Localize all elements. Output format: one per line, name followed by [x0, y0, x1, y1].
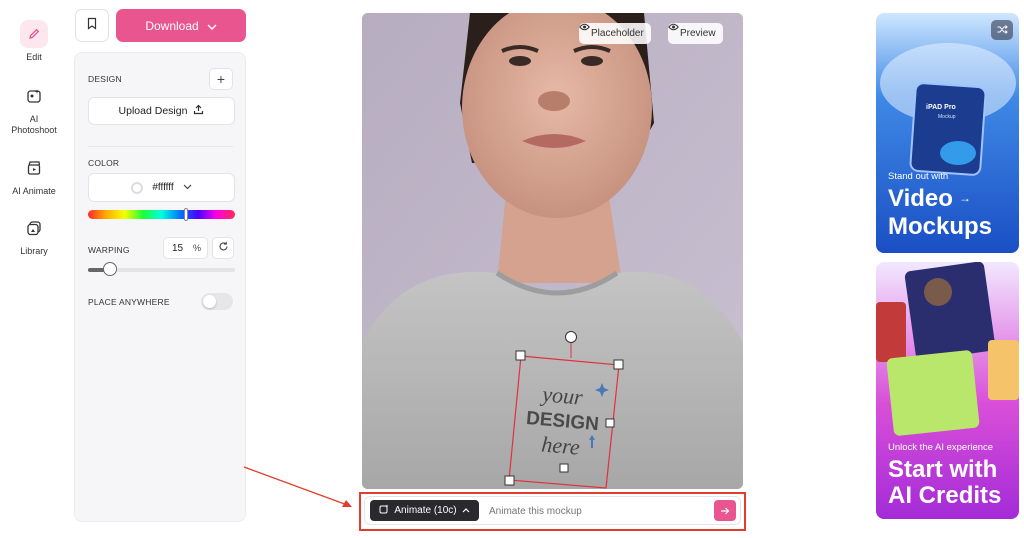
hue-slider[interactable]: [88, 208, 235, 221]
ad-title-line-1: Start with: [888, 456, 998, 483]
nav-item-ai-animate[interactable]: AI Animate: [0, 154, 68, 197]
download-label: Download: [145, 18, 199, 33]
nav-item-label: AI Photoshoot: [11, 114, 57, 135]
nav-item-label: AI Animate: [12, 186, 56, 196]
send-button[interactable]: [714, 500, 736, 521]
chevron-down-icon: [183, 182, 192, 193]
upload-icon: [193, 104, 204, 118]
download-button[interactable]: Download: [116, 9, 246, 42]
ai-photo-icon: [20, 82, 48, 110]
library-icon: [20, 214, 48, 242]
warping-section-label: WARPING: [88, 245, 130, 255]
arrow-right-icon: [720, 502, 730, 520]
warping-slider[interactable]: [88, 262, 235, 276]
nav-item-ai-photoshoot[interactable]: AI Photoshoot: [0, 82, 68, 136]
ad-device-label: iPAD Pro: [926, 104, 956, 111]
mockup-image: your DESIGN here: [362, 13, 743, 489]
preview-label: Preview: [680, 28, 716, 39]
ad-device-sub: Mockup: [938, 114, 956, 120]
hue-slider-thumb[interactable]: [184, 208, 188, 221]
design-text-line-1: your: [539, 381, 584, 410]
ad-title-line-2: AI Credits: [888, 482, 1002, 509]
pencil-icon: [20, 20, 48, 48]
ad-card-ai-credits[interactable]: Unlock the AI experience Start with AI C…: [876, 262, 1019, 519]
chevron-up-icon: [462, 505, 470, 516]
nav-item-label: Edit: [26, 52, 42, 62]
arrow-right-icon: →: [959, 191, 971, 205]
chevron-down-icon: [207, 19, 217, 33]
color-value: #ffffff: [152, 182, 174, 193]
animate-prompt-input[interactable]: [489, 501, 704, 521]
ad-subtitle: Unlock the AI experience: [888, 442, 994, 453]
warping-unit: %: [192, 243, 201, 253]
warping-value: 15: [172, 242, 184, 254]
settings-panel: DESIGN + Upload Design COLOR #ffffff WAR…: [74, 52, 246, 522]
warping-slider-thumb[interactable]: [103, 262, 118, 276]
color-swatch: [131, 181, 144, 194]
upload-design-label: Upload Design: [118, 105, 188, 117]
nav-item-label: Library: [20, 246, 48, 256]
warping-input[interactable]: 15 %: [163, 237, 208, 259]
add-design-button[interactable]: +: [209, 68, 233, 90]
animate-button[interactable]: Animate (10c): [370, 500, 479, 521]
animate-icon: [379, 504, 389, 517]
left-nav: Edit AI Photoshoot AI Animate Library: [0, 0, 68, 538]
bookmark-icon: [86, 17, 98, 35]
app-root: Edit AI Photoshoot AI Animate Library Do…: [0, 0, 1024, 538]
design-section-label: DESIGN: [88, 74, 122, 84]
nav-item-edit[interactable]: Edit: [0, 20, 68, 63]
ad-card-video-mockups[interactable]: iPAD Pro Mockup Stand out with Video → M…: [876, 13, 1019, 253]
ad-title-line-1: Video: [888, 185, 953, 212]
shuffle-button[interactable]: [991, 20, 1013, 40]
animate-button-label: Animate (10c): [394, 505, 457, 516]
ad-title-line-2: Mockups: [888, 213, 993, 240]
bookmark-button[interactable]: [75, 9, 109, 42]
place-anywhere-label: PLACE ANYWHERE: [88, 297, 170, 307]
upload-design-button[interactable]: Upload Design: [88, 97, 235, 125]
clapper-icon: [20, 154, 48, 182]
warping-reset-button[interactable]: [212, 237, 234, 259]
nav-item-library[interactable]: Library: [0, 214, 68, 257]
shuffle-icon: [997, 21, 1008, 39]
place-anywhere-toggle[interactable]: [201, 293, 233, 310]
divider: [88, 146, 233, 147]
preview-toggle[interactable]: Preview: [668, 23, 723, 44]
design-text-line-3: here: [540, 431, 581, 459]
animate-bar: Animate (10c): [364, 496, 741, 525]
toggle-knob: [203, 295, 216, 308]
reset-icon: [218, 239, 229, 257]
color-select[interactable]: #ffffff: [88, 173, 235, 202]
placeholder-label: Placeholder: [591, 28, 644, 39]
placeholder-toggle[interactable]: Placeholder: [579, 23, 651, 44]
color-section-label: COLOR: [88, 158, 120, 168]
ad-subtitle: Stand out with: [888, 171, 949, 182]
mockup-canvas[interactable]: your DESIGN here Placeholder Preview: [362, 13, 743, 489]
